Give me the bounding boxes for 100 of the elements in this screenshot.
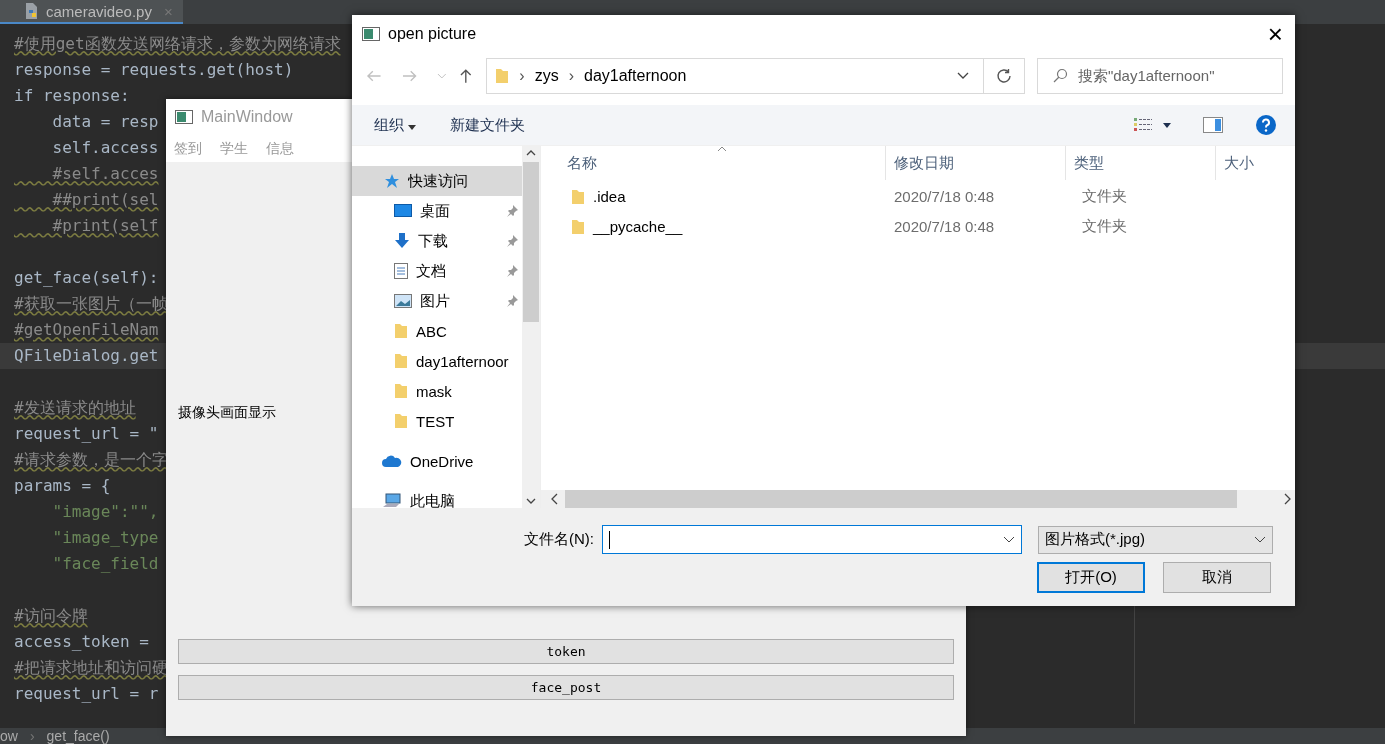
folder-icon: [394, 323, 408, 339]
help-icon[interactable]: [1255, 114, 1277, 136]
python-file-icon: [24, 2, 40, 20]
path-separator: ›: [519, 67, 525, 85]
view-list-icon[interactable]: [1133, 117, 1153, 133]
image-icon: [394, 294, 412, 308]
folder-icon: [571, 188, 585, 205]
up-arrow-icon[interactable]: [458, 68, 473, 84]
code-line: #请求参数，是一个字: [14, 450, 168, 469]
refresh-icon: [996, 68, 1012, 84]
code-line: QFileDialog.get: [14, 346, 159, 365]
path-separator: ›: [568, 67, 574, 85]
sidebar-item[interactable]: 下载: [352, 226, 522, 256]
address-bar[interactable]: › zys › day1afternoon: [486, 58, 985, 94]
breadcrumb-item[interactable]: get_face(): [46, 728, 110, 744]
folder-icon: [394, 383, 408, 399]
modified-date: 2020/7/18 0:48: [893, 218, 996, 235]
file-type: 文件夹: [1081, 217, 1128, 236]
code-line: request_url = r: [14, 684, 159, 703]
file-name[interactable]: .idea: [541, 188, 886, 205]
file-name[interactable]: __pycache__: [541, 218, 886, 235]
refresh-button[interactable]: [984, 58, 1025, 94]
horizontal-scrollbar[interactable]: [541, 490, 1295, 508]
sort-caret-icon: [717, 146, 727, 152]
filename-field[interactable]: [602, 525, 1022, 554]
sidebar-item[interactable]: 图片: [352, 286, 522, 316]
sidebar-item[interactable]: ABC: [352, 316, 522, 346]
sidebar-item[interactable]: 桌面: [352, 196, 522, 226]
search-field[interactable]: 搜索"day1afternoon": [1036, 58, 1283, 94]
action-button[interactable]: token: [178, 639, 954, 664]
code-line: #print(self: [51, 216, 159, 235]
scroll-left-icon[interactable]: [551, 493, 559, 505]
code-line: "image_type: [51, 528, 159, 547]
code-line: self.access: [51, 138, 159, 157]
breadcrumb-item[interactable]: ow: [0, 728, 18, 744]
code-line: #获取一张图片（一帧: [14, 294, 168, 313]
sidebar-item[interactable]: day1afternoor: [352, 346, 522, 376]
scroll-down-icon[interactable]: [526, 498, 536, 504]
file-type-dropdown[interactable]: 图片格式(*.jpg): [1038, 525, 1273, 554]
monitor-icon: [394, 204, 412, 218]
camera-label: 摄像头画面显示: [178, 404, 276, 422]
filename-label: 文件名(N):: [524, 530, 594, 549]
code-line: #使用get函数发送网络请求，参数为网络请求: [14, 34, 341, 53]
search-icon: [1051, 68, 1068, 84]
code-line: #把请求地址和访问硬: [14, 658, 168, 677]
code-line: "face_field: [51, 554, 159, 573]
organize-menu[interactable]: 组织: [374, 115, 417, 135]
column-header[interactable]: 名称: [541, 146, 886, 180]
column-header[interactable]: 修改日期: [886, 146, 1066, 180]
code-line: response = requests.get(host): [14, 60, 294, 79]
code-line: ##print(sel: [51, 190, 159, 209]
computer-icon: [382, 493, 402, 508]
window-icon: [362, 27, 380, 41]
folder-icon: [495, 68, 510, 84]
folder-icon: [394, 413, 408, 429]
code-line: #self.acces: [51, 164, 159, 183]
vertical-scrollbar[interactable]: [522, 146, 540, 508]
code-line: access_token =: [14, 632, 150, 651]
folder-icon: [394, 353, 408, 369]
sidebar-item[interactable]: 快速访问: [352, 166, 522, 196]
caret-icon: [408, 124, 417, 130]
cloud-icon: [382, 454, 402, 468]
code-line: data = resp: [51, 112, 159, 131]
dialog-title: open picture: [388, 25, 477, 43]
code-line: #getOpenFileNam: [14, 320, 159, 339]
chevron-down-icon[interactable]: [957, 72, 970, 80]
sidebar-item[interactable]: 文档: [352, 256, 522, 286]
sidebar-item[interactable]: 此电脑: [352, 486, 522, 508]
window-icon: [175, 110, 193, 124]
dialog-button[interactable]: 打开(O): [1037, 562, 1145, 593]
sidebar-item[interactable]: OneDrive: [352, 446, 522, 476]
file-tab[interactable]: cameravideo.py ×: [0, 0, 183, 24]
dropdown-icon[interactable]: [1163, 122, 1171, 128]
new-folder-button[interactable]: 新建文件夹: [450, 115, 526, 135]
download-icon: [394, 233, 410, 249]
sidebar-item[interactable]: mask: [352, 376, 522, 406]
scroll-right-icon[interactable]: [1283, 493, 1291, 505]
path-segment[interactable]: zys: [534, 67, 559, 85]
close-button[interactable]: ×: [1267, 18, 1283, 50]
code-line: if response:: [14, 86, 130, 105]
code-line: request_url = ": [14, 424, 159, 443]
document-icon: [394, 263, 408, 279]
code-line: params = {: [14, 476, 111, 495]
scroll-up-icon[interactable]: [526, 150, 536, 156]
code-line: #发送请求的地址: [14, 398, 136, 417]
modified-date: 2020/7/18 0:48: [893, 188, 996, 205]
star-icon: [384, 173, 400, 189]
preview-pane-icon[interactable]: [1203, 117, 1223, 133]
chevron-down-icon: [1003, 535, 1015, 544]
sidebar-item[interactable]: TEST: [352, 406, 522, 436]
folder-icon: [571, 218, 585, 235]
code-line: #访问令牌: [14, 606, 88, 625]
path-segment[interactable]: day1afternoon: [584, 67, 687, 85]
file-type: 文件夹: [1081, 187, 1128, 206]
column-header[interactable]: 类型: [1066, 146, 1216, 180]
action-button[interactable]: face_post: [178, 675, 954, 700]
column-header[interactable]: 大小: [1216, 146, 1254, 180]
code-line: "image":"",: [51, 502, 159, 521]
dialog-button[interactable]: 取消: [1163, 562, 1271, 593]
window-title: MainWindow: [201, 108, 293, 126]
